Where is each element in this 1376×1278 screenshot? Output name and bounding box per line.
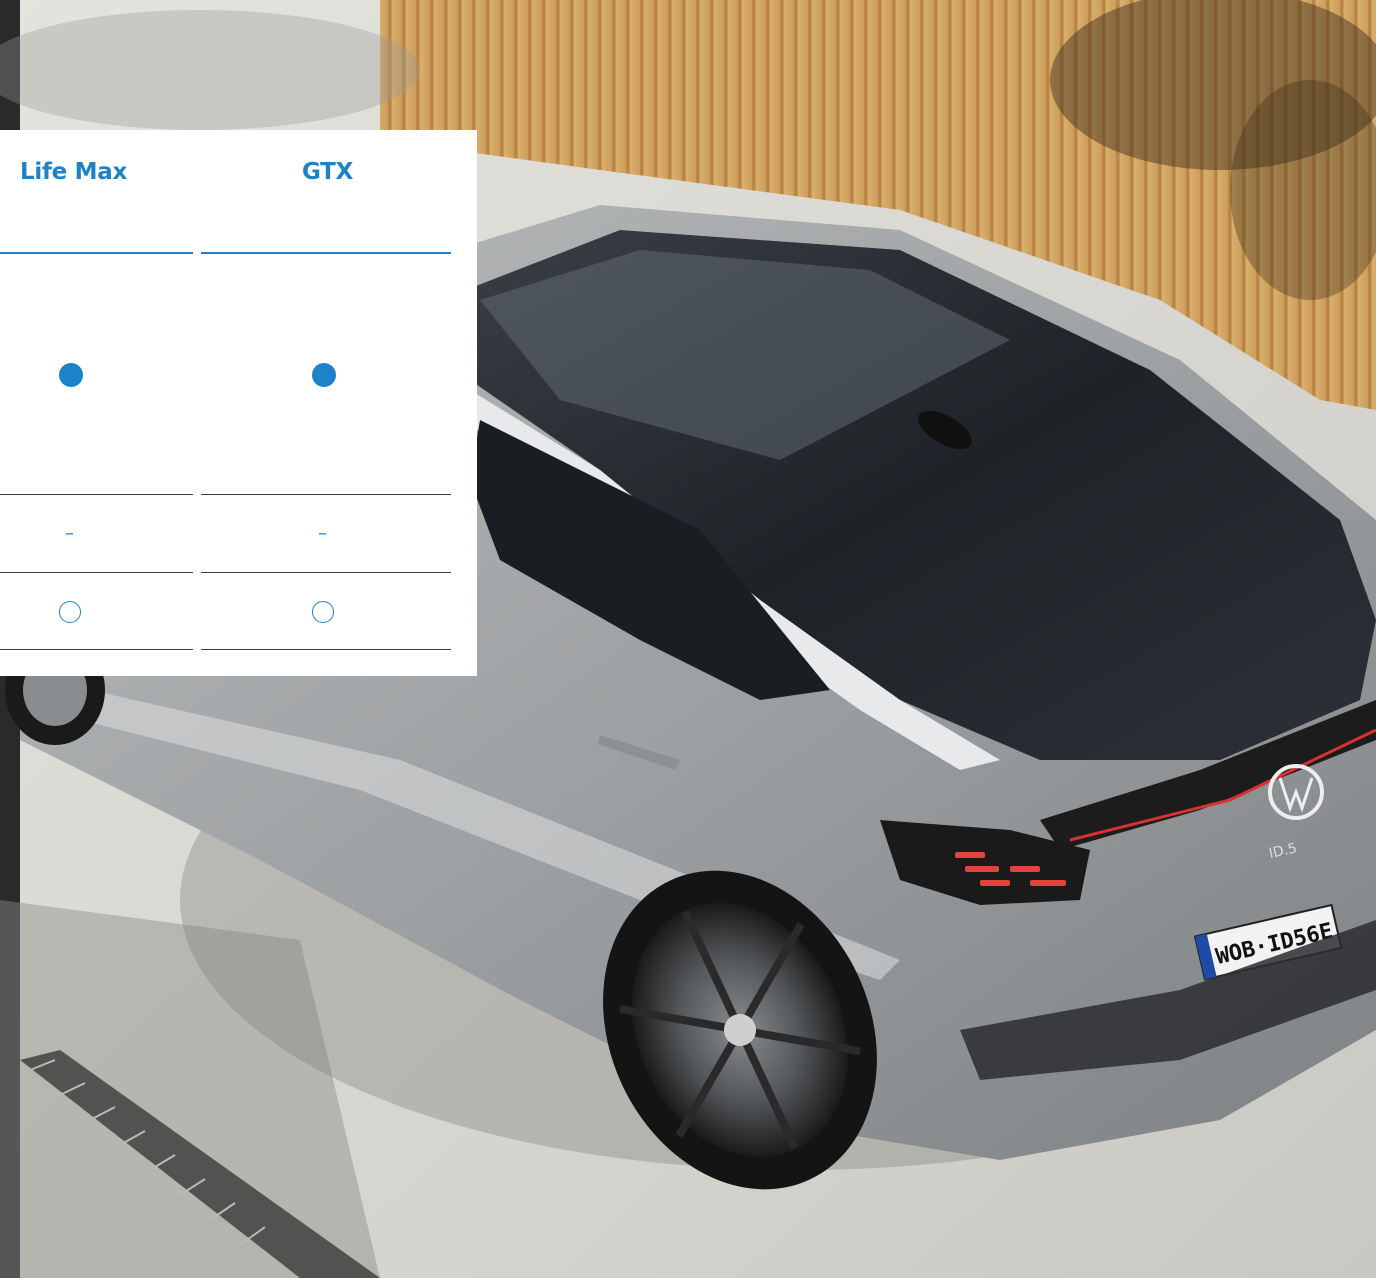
column-header-life-max: Life Max bbox=[20, 159, 127, 185]
column-underline-gtx bbox=[201, 252, 451, 254]
optional-ring-icon bbox=[59, 601, 81, 623]
row-divider bbox=[201, 649, 451, 650]
column-underline-life-max bbox=[0, 252, 193, 254]
included-dot-icon bbox=[59, 363, 83, 387]
row-divider bbox=[0, 572, 193, 573]
trim-comparison-panel: Life Max GTX – – bbox=[0, 130, 477, 676]
optional-ring-icon bbox=[312, 601, 334, 623]
row-divider bbox=[0, 494, 193, 495]
row-divider bbox=[0, 649, 193, 650]
row-divider bbox=[201, 572, 451, 573]
row-divider bbox=[201, 494, 451, 495]
column-header-gtx: GTX bbox=[302, 159, 353, 185]
included-dot-icon bbox=[312, 363, 336, 387]
not-available-dash: – bbox=[65, 523, 74, 544]
not-available-dash: – bbox=[318, 523, 327, 544]
